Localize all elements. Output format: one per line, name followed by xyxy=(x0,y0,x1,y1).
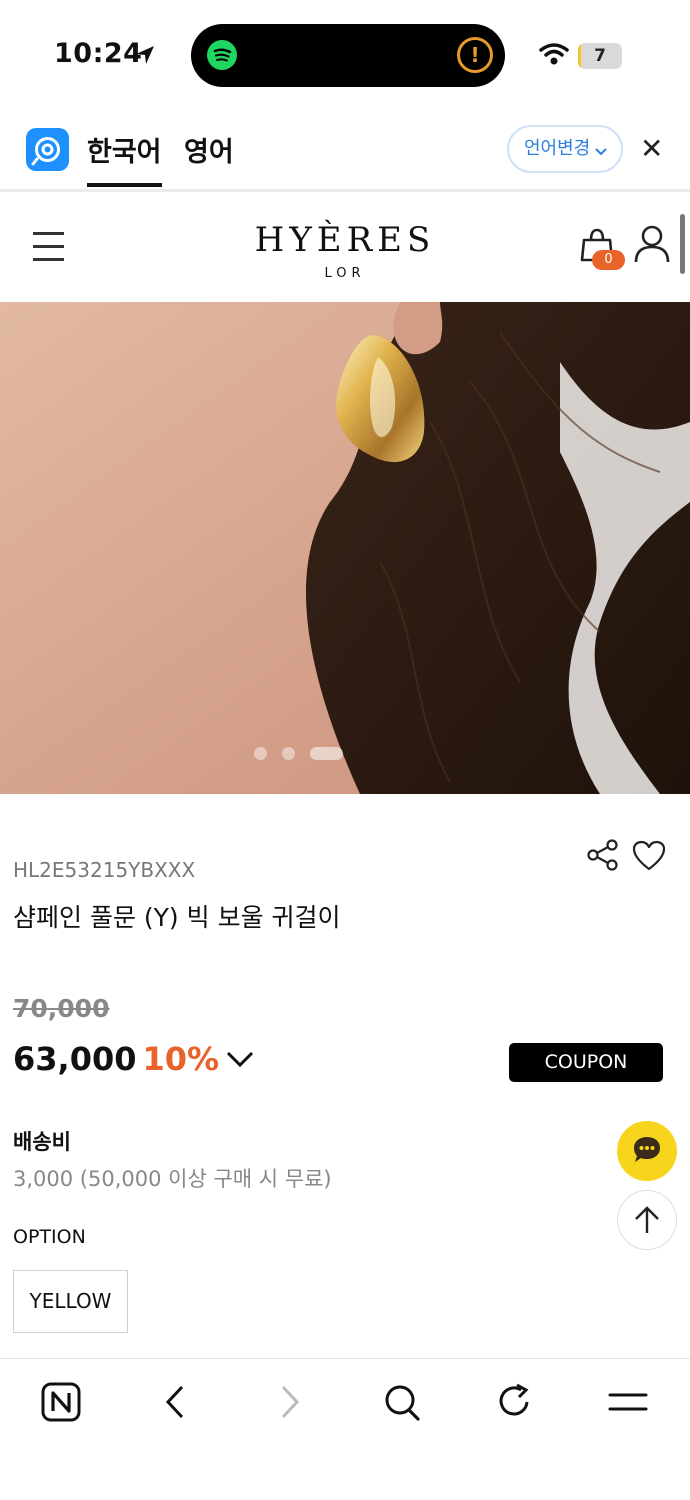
original-price: 70,000 xyxy=(13,994,110,1023)
product-image-carousel[interactable] xyxy=(0,302,690,794)
browser-menu-icon[interactable] xyxy=(606,1381,650,1423)
chat-icon xyxy=(634,1137,660,1162)
shipping-label: 배송비 xyxy=(13,1130,71,1154)
carousel-dot[interactable] xyxy=(254,747,267,760)
product-photo xyxy=(0,302,690,794)
spotify-icon xyxy=(207,40,237,70)
carousel-dot-active[interactable] xyxy=(310,747,343,760)
forward-arrow-icon[interactable] xyxy=(275,1381,305,1423)
location-arrow-icon xyxy=(136,46,154,64)
coupon-button[interactable]: COUPON xyxy=(509,1043,663,1082)
translate-bar: 한국어 영어 언어변경 ✕ xyxy=(0,108,690,192)
option-label: OPTION xyxy=(13,1226,86,1248)
page-scrollbar[interactable] xyxy=(680,214,685,274)
cart-count-badge: 0 xyxy=(592,250,625,270)
product-sku: HL2E53215YBXXX xyxy=(13,858,196,882)
chevron-down-icon xyxy=(595,148,607,156)
price-row: 63,000 10% xyxy=(13,1040,219,1078)
heart-icon[interactable] xyxy=(632,840,666,872)
alert-icon: ! xyxy=(457,37,493,73)
chat-button[interactable] xyxy=(617,1121,677,1181)
browser-toolbar xyxy=(0,1358,690,1500)
dynamic-island: ! xyxy=(191,24,505,87)
search-icon[interactable] xyxy=(382,1381,422,1423)
tab-english[interactable]: 영어 xyxy=(184,130,234,169)
scroll-top-button[interactable] xyxy=(617,1190,677,1250)
carousel-dot[interactable] xyxy=(282,747,295,760)
tab-korean[interactable]: 한국어 xyxy=(87,130,162,187)
close-translate-button[interactable]: ✕ xyxy=(640,132,663,165)
change-language-label: 언어변경 xyxy=(524,138,591,159)
status-bar: 10:24 ! 7 xyxy=(0,0,690,108)
site-header: HYÈRES LOR 0 xyxy=(0,194,690,302)
naver-home-icon[interactable] xyxy=(40,1381,82,1423)
battery-percent: 7 xyxy=(594,46,606,66)
option-yellow[interactable]: YELLOW xyxy=(13,1270,128,1333)
user-account-icon[interactable] xyxy=(633,224,671,264)
product-name: 샴페인 풀문 (Y) 빅 보울 귀걸이 xyxy=(13,903,341,932)
shipping-value: 3,000 (50,000 이상 구매 시 무료) xyxy=(13,1167,332,1191)
price-detail-chevron-icon[interactable] xyxy=(224,1049,256,1069)
back-arrow-icon[interactable] xyxy=(160,1381,190,1423)
wifi-icon xyxy=(539,43,569,65)
discount-rate: 10% xyxy=(142,1040,220,1078)
sale-price: 63,000 xyxy=(13,1040,137,1078)
papago-logo-icon xyxy=(26,128,69,171)
refresh-icon[interactable] xyxy=(495,1381,535,1423)
share-icon[interactable] xyxy=(586,838,620,872)
arrow-up-icon xyxy=(635,1206,659,1233)
change-language-button[interactable]: 언어변경 xyxy=(507,125,623,173)
battery-indicator: 7 xyxy=(578,43,622,69)
clock: 10:24 xyxy=(54,38,143,69)
brand-sub-logo: LOR xyxy=(324,266,366,281)
